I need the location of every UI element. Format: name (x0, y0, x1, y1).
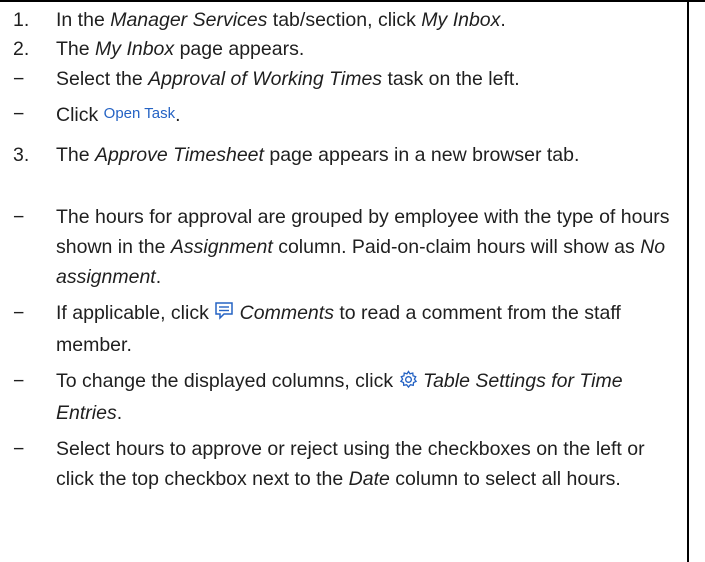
step-number: 2. (13, 38, 30, 60)
step-2-text: The My Inbox page appears. (56, 38, 305, 60)
step-3-text: The Approve Timesheet page appears in a … (56, 144, 580, 166)
bullet-text: Click Open Task. (56, 104, 181, 126)
tab-name: Manager Services (110, 9, 268, 31)
comment-icon[interactable] (214, 300, 234, 330)
dash-marker: − (13, 68, 25, 90)
bullet-text: The hours for approval are grouped by em… (56, 206, 670, 288)
dash-marker: − (13, 206, 25, 228)
step-1-text: In the Manager Services tab/section, cli… (56, 9, 506, 31)
bullet-text: If applicable, click Comments to read a … (56, 300, 621, 356)
bullet-text: Select the Approval of Working Times tas… (56, 68, 520, 90)
step-number: 1. (13, 9, 30, 31)
dash-marker: − (13, 103, 25, 125)
dash-marker: − (13, 302, 25, 324)
dash-marker: − (13, 370, 25, 392)
step-number: 3. (13, 144, 30, 166)
menu-name: My Inbox (421, 9, 501, 31)
top-border (0, 0, 705, 2)
gear-icon[interactable] (399, 368, 418, 398)
open-task-button[interactable]: Open Task (104, 105, 175, 122)
bullet-text: Select hours to approve or reject using … (56, 438, 645, 490)
dash-marker: − (13, 438, 25, 460)
document-page: 1. In the Manager Services tab/section, … (0, 0, 705, 562)
bullet-text: To change the displayed columns, click T… (56, 368, 623, 424)
right-border (687, 0, 689, 562)
